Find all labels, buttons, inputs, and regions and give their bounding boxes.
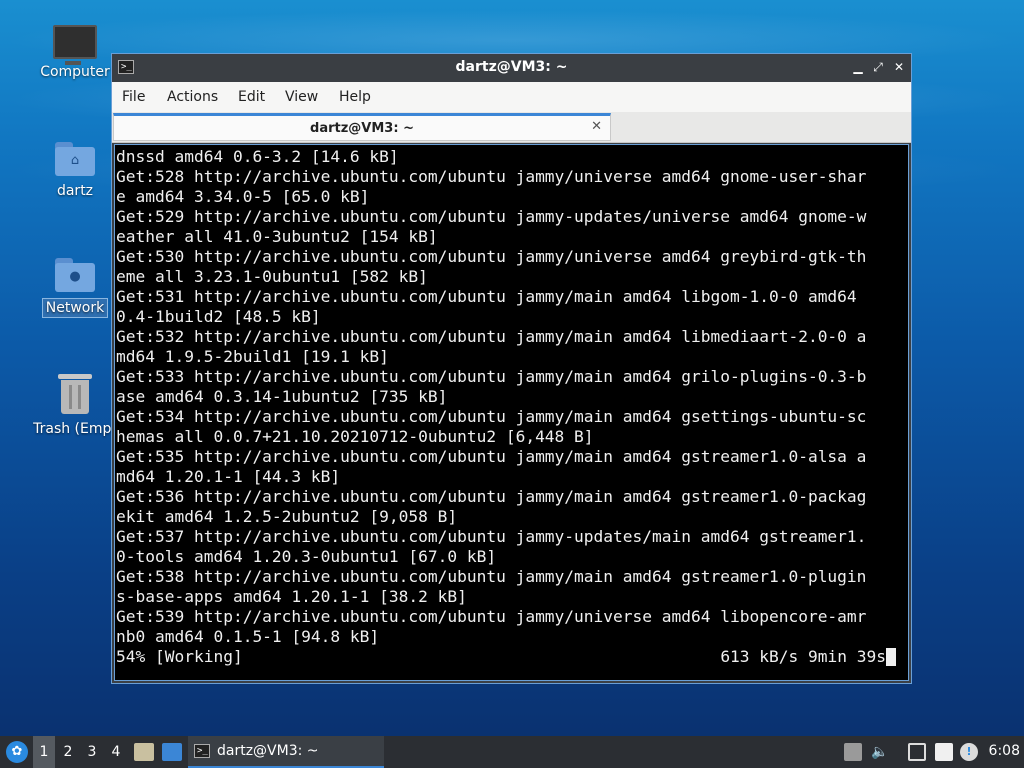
terminal-line: Get:531 http://archive.ubuntu.com/ubuntu…: [116, 287, 857, 306]
terminal-lines: dnssd amd64 0.6-3.2 [14.6 kB] Get:528 ht…: [116, 147, 866, 647]
taskbar: ✿ 1 2 3 4 >_ dartz@VM3: ~ 🔈 ! 6:08: [0, 736, 1024, 768]
desktop-icon-home[interactable]: ⌂ dartz: [29, 142, 121, 200]
terminal-line: eather all 41.0-3ubuntu2 [154 kB]: [116, 227, 438, 246]
clipboard-icon[interactable]: [935, 743, 953, 761]
terminal-line: md64 1.9.5-2build1 [19.1 kB]: [116, 347, 389, 366]
text-cursor: [886, 648, 896, 666]
menu-help[interactable]: Help: [339, 89, 371, 105]
terminal-line: Get:530 http://archive.ubuntu.com/ubuntu…: [116, 247, 867, 266]
terminal-task-icon: >_: [194, 744, 210, 758]
terminal-line: Get:536 http://archive.ubuntu.com/ubuntu…: [116, 487, 867, 506]
terminal-line: dnssd amd64 0.6-3.2 [14.6 kB]: [116, 147, 399, 166]
home-folder-icon: ⌂: [55, 142, 95, 176]
window-title: dartz@VM3: ~: [455, 59, 568, 75]
menu-file[interactable]: File: [122, 89, 145, 105]
terminal-output[interactable]: dnssd amd64 0.6-3.2 [14.6 kB] Get:528 ht…: [114, 144, 909, 681]
terminal-line: md64 1.20.1-1 [44.3 kB]: [116, 467, 341, 486]
tab-close-icon[interactable]: ✕: [591, 119, 602, 134]
terminal-line: 0.4-1build2 [48.5 kB]: [116, 307, 321, 326]
terminal-line: Get:529 http://archive.ubuntu.com/ubuntu…: [116, 207, 867, 226]
terminal-line: hemas all 0.0.7+21.10.20210712-0ubuntu2 …: [116, 427, 594, 446]
tab-bar: dartz@VM3: ~ ✕: [112, 112, 911, 143]
start-menu-icon[interactable]: ✿: [6, 741, 28, 763]
network-icon[interactable]: [908, 743, 926, 761]
update-notifier-icon[interactable]: [844, 743, 862, 761]
progress-status: 54% [Working] 613 kB/s 9min 39s: [116, 647, 896, 667]
terminal-line: s-base-apps amd64 1.20.1-1 [38.2 kB]: [116, 587, 467, 606]
menu-view[interactable]: View: [285, 89, 318, 105]
terminal-line: Get:528 http://archive.ubuntu.com/ubuntu…: [116, 167, 867, 186]
task-label: dartz@VM3: ~: [217, 743, 319, 759]
terminal-line: Get:538 http://archive.ubuntu.com/ubuntu…: [116, 567, 867, 586]
window-titlebar[interactable]: >_ dartz@VM3: ~ ▁ ⤢ ✕: [112, 54, 911, 82]
desktop-icon-trash[interactable]: Trash (Empt: [29, 374, 121, 438]
computer-icon: [53, 25, 97, 65]
terminal-line: Get:534 http://archive.ubuntu.com/ubuntu…: [116, 407, 867, 426]
volume-icon[interactable]: 🔈: [871, 743, 889, 761]
menu-actions[interactable]: Actions: [167, 89, 218, 105]
workspace-4[interactable]: 4: [105, 736, 127, 768]
terminal-line: nb0 amd64 0.1.5-1 [94.8 kB]: [116, 627, 380, 646]
terminal-window[interactable]: >_ dartz@VM3: ~ ▁ ⤢ ✕ File Actions Edit …: [111, 53, 912, 684]
tab-terminal[interactable]: dartz@VM3: ~ ✕: [113, 113, 611, 141]
terminal-line: Get:532 http://archive.ubuntu.com/ubuntu…: [116, 327, 867, 346]
download-rate: 613 kB/s 9min 39s: [720, 647, 886, 666]
terminal-line: ekit amd64 1.2.5-2ubuntu2 [9,058 B]: [116, 507, 458, 526]
workspace-2[interactable]: 2: [57, 736, 79, 768]
desktop-icon-label: Network: [41, 298, 109, 318]
maximize-icon[interactable]: ⤢: [870, 59, 886, 75]
show-desktop-icon[interactable]: [162, 743, 182, 761]
minimize-icon[interactable]: ▁: [850, 59, 866, 75]
trash-icon: [58, 374, 92, 414]
desktop-icon-label: dartz: [56, 183, 94, 199]
desktop-icon-computer[interactable]: Computer: [29, 25, 121, 81]
terminal-line: Get:535 http://archive.ubuntu.com/ubuntu…: [116, 447, 867, 466]
file-manager-icon[interactable]: [134, 743, 154, 761]
desktop-icon-label: Trash (Empt: [33, 421, 117, 437]
notification-icon[interactable]: !: [960, 743, 978, 761]
close-icon[interactable]: ✕: [891, 59, 907, 75]
menubar: File Actions Edit View Help: [112, 82, 911, 112]
desktop-icon-network[interactable]: ● Network: [29, 258, 121, 318]
menu-edit[interactable]: Edit: [238, 89, 265, 105]
terminal-line: 0-tools amd64 1.20.3-0ubuntu1 [67.0 kB]: [116, 547, 497, 566]
progress-percent: 54% [Working]: [116, 647, 243, 666]
terminal-line: eme all 3.23.1-0ubuntu1 [582 kB]: [116, 267, 428, 286]
network-folder-icon: ●: [55, 258, 95, 292]
workspace-1[interactable]: 1: [33, 736, 55, 768]
terminal-line: ase amd64 0.3.14-1ubuntu2 [735 kB]: [116, 387, 448, 406]
taskbar-terminal-task[interactable]: >_ dartz@VM3: ~: [188, 736, 384, 768]
terminal-line: Get:533 http://archive.ubuntu.com/ubuntu…: [116, 367, 867, 386]
terminal-line: Get:537 http://archive.ubuntu.com/ubuntu…: [116, 527, 867, 546]
terminal-line: e amd64 3.34.0-5 [65.0 kB]: [116, 187, 370, 206]
terminal-line: Get:539 http://archive.ubuntu.com/ubuntu…: [116, 607, 867, 626]
clock: 6:08: [988, 743, 1020, 759]
workspace-3[interactable]: 3: [81, 736, 103, 768]
tab-label: dartz@VM3: ~: [310, 121, 414, 136]
desktop-icon-label: Computer: [40, 64, 110, 80]
